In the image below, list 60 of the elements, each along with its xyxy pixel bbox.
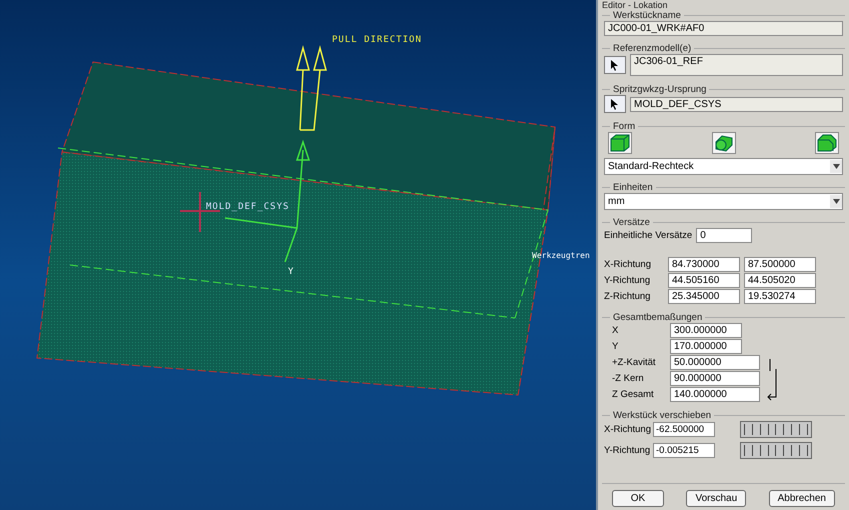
dialog-button[interactable]: Abbrechen <box>768 490 835 507</box>
dimension-field[interactable]: 170.000000 <box>670 339 742 354</box>
offset-field[interactable]: 19.530274 <box>744 289 816 304</box>
field-label: Y-Richtung <box>604 445 652 456</box>
field-label: Y-Richtung <box>604 275 652 286</box>
cursor-icon <box>611 98 619 110</box>
select-button[interactable] <box>604 56 626 74</box>
group-title: Spritzgwkzg-Ursprung <box>612 84 708 95</box>
group-title: Werkstückname <box>612 10 682 21</box>
offset-field[interactable]: 44.505160 <box>668 273 740 288</box>
viewport-label: Y <box>288 267 294 277</box>
shape-dropdown[interactable]: Standard-Rechteck <box>604 158 843 175</box>
dimension-field[interactable]: 140.000000 <box>670 387 760 402</box>
dropdown-arrow-icon <box>832 199 840 204</box>
field-label: +Z-Kavität <box>611 357 657 368</box>
origin-field[interactable]: MOLD_DEF_CSYS <box>630 96 843 112</box>
offset-field[interactable]: 44.505020 <box>744 273 816 288</box>
group-title: Werkstück verschieben <box>612 410 712 421</box>
units-dropdown[interactable]: mm <box>604 193 843 210</box>
move-field[interactable]: -62.500000 <box>653 422 715 437</box>
shape-icon <box>817 134 837 152</box>
select-button[interactable] <box>604 95 626 113</box>
field-label: X-Richtung <box>604 424 652 435</box>
field-label: Einheitliche Versätze <box>604 230 692 241</box>
reference-field[interactable]: JC306-01_REF <box>630 54 843 76</box>
viewport-label: MOLD_DEF_CSYS <box>206 202 290 212</box>
dimension-field[interactable]: 90.000000 <box>670 371 760 386</box>
group-title: Referenzmodell(e) <box>612 43 692 54</box>
shape-button[interactable] <box>608 132 632 154</box>
cylinder-icon <box>714 134 734 152</box>
uniform-offset-field[interactable]: 0 <box>696 228 752 243</box>
dialog-button[interactable]: Vorschau <box>686 490 746 507</box>
thumbwheel-button[interactable] <box>740 421 812 438</box>
field-label: X-Richtung <box>604 259 652 270</box>
field-label: -Z Kern <box>611 373 645 384</box>
cube-icon <box>610 134 630 152</box>
move-field[interactable]: -0.005215 <box>653 443 715 458</box>
thumbwheel-button[interactable] <box>740 442 812 459</box>
shape-button[interactable] <box>712 132 736 154</box>
group-title: Versätze <box>612 217 651 228</box>
viewport-label: PULL DIRECTION <box>332 35 422 45</box>
offset-field[interactable]: 87.500000 <box>744 257 816 272</box>
field-label: X <box>611 325 620 336</box>
dimension-field[interactable]: 50.000000 <box>670 355 760 370</box>
field-label: Y <box>611 341 620 352</box>
dialog-button[interactable]: OK <box>612 490 664 507</box>
offset-field[interactable]: 84.730000 <box>668 257 740 272</box>
shape-button[interactable] <box>815 132 839 154</box>
dropdown-arrow-icon <box>832 164 840 169</box>
pull-direction-arrow-icon <box>296 45 327 131</box>
dimension-field[interactable]: 300.000000 <box>670 323 742 338</box>
cursor-icon <box>611 60 619 70</box>
group-title: Einheiten <box>612 182 654 193</box>
offset-field[interactable]: 25.345000 <box>668 289 740 304</box>
name-field[interactable]: JC000-01_WRK#AF0 <box>604 21 843 36</box>
group-title: Form <box>612 121 636 132</box>
dialog-title: Editor - Lokation <box>602 0 669 10</box>
field-label: Z Gesamt <box>611 389 655 400</box>
group-title: Gesamtbemaßungen <box>612 312 704 323</box>
field-label: Z-Richtung <box>604 291 652 302</box>
